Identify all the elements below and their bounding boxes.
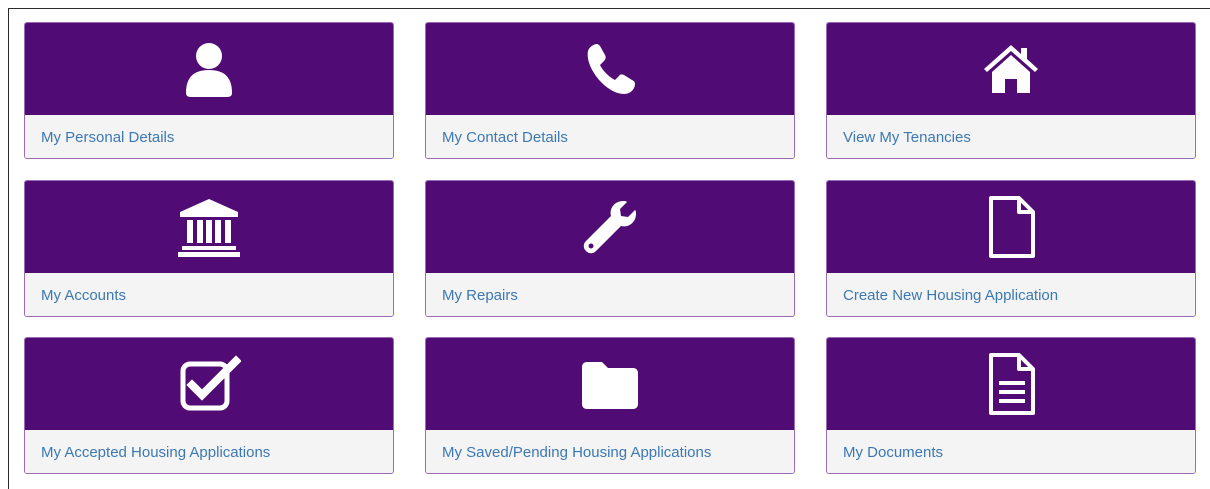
bank-icon bbox=[178, 199, 240, 257]
phone-icon bbox=[587, 44, 635, 94]
tile-header bbox=[827, 181, 1195, 273]
tile-footer: My Documents bbox=[827, 430, 1195, 473]
tile-header bbox=[426, 23, 794, 115]
tile-header bbox=[25, 338, 393, 430]
tile-header bbox=[426, 181, 794, 273]
tile-my-saved-pending-housing-applications[interactable]: My Saved/Pending Housing Applications bbox=[425, 337, 795, 474]
wrench-icon bbox=[583, 201, 636, 254]
tile-label[interactable]: Create New Housing Application bbox=[843, 287, 1058, 304]
tile-label[interactable]: My Accounts bbox=[41, 287, 126, 304]
tile-view-my-tenancies[interactable]: View My Tenancies bbox=[826, 22, 1196, 159]
tile-my-repairs[interactable]: My Repairs bbox=[425, 180, 795, 317]
tile-label[interactable]: My Contact Details bbox=[442, 129, 568, 146]
home-icon bbox=[984, 45, 1038, 93]
tile-label[interactable]: My Accepted Housing Applications bbox=[41, 444, 270, 461]
tile-my-contact-details[interactable]: My Contact Details bbox=[425, 22, 795, 159]
tile-footer: My Contact Details bbox=[426, 115, 794, 158]
tile-my-accounts[interactable]: My Accounts bbox=[24, 180, 394, 317]
tile-footer: My Accepted Housing Applications bbox=[25, 430, 393, 473]
dashboard-panel: My Personal Details My Contact Details V… bbox=[8, 8, 1210, 489]
tile-label[interactable]: View My Tenancies bbox=[843, 129, 971, 146]
tile-footer: My Saved/Pending Housing Applications bbox=[426, 430, 794, 473]
person-icon bbox=[186, 43, 232, 97]
tile-header bbox=[25, 181, 393, 273]
tile-header bbox=[827, 338, 1195, 430]
tile-footer: My Repairs bbox=[426, 273, 794, 316]
tile-footer: My Accounts bbox=[25, 273, 393, 316]
tile-my-personal-details[interactable]: My Personal Details bbox=[24, 22, 394, 159]
blank-file-icon bbox=[989, 196, 1035, 258]
tile-label[interactable]: My Repairs bbox=[442, 287, 518, 304]
tile-header bbox=[426, 338, 794, 430]
tile-header bbox=[827, 23, 1195, 115]
tile-label[interactable]: My Personal Details bbox=[41, 129, 174, 146]
document-icon bbox=[989, 353, 1035, 415]
tile-create-new-housing-application[interactable]: Create New Housing Application bbox=[826, 180, 1196, 317]
tile-my-documents[interactable]: My Documents bbox=[826, 337, 1196, 474]
tile-label[interactable]: My Saved/Pending Housing Applications bbox=[442, 444, 711, 461]
tile-label[interactable]: My Documents bbox=[843, 444, 943, 461]
tile-header bbox=[25, 23, 393, 115]
tile-my-accepted-housing-applications[interactable]: My Accepted Housing Applications bbox=[24, 337, 394, 474]
tile-footer: View My Tenancies bbox=[827, 115, 1195, 158]
tile-footer: My Personal Details bbox=[25, 115, 393, 158]
tile-footer: Create New Housing Application bbox=[827, 273, 1195, 316]
checkbox-icon bbox=[180, 355, 241, 411]
folder-icon bbox=[582, 362, 638, 409]
